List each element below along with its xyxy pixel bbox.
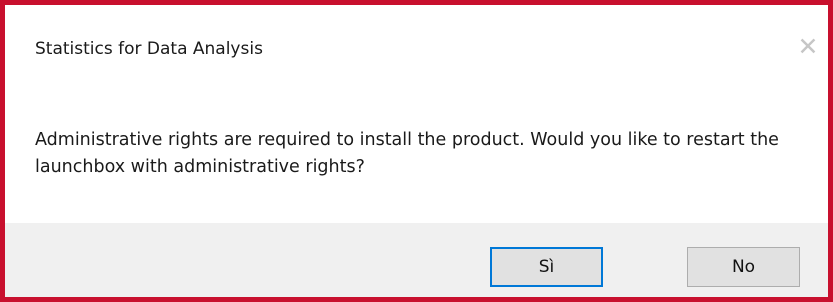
close-icon[interactable]: ✕ xyxy=(794,33,822,61)
title-bar[interactable]: Statistics for Data Analysis ✕ xyxy=(5,5,828,81)
dialog-message: Administrative rights are required to in… xyxy=(35,130,779,177)
yes-button[interactable]: Sì xyxy=(490,247,603,287)
button-bar: Sì No xyxy=(5,223,828,297)
dialog-title: Statistics for Data Analysis xyxy=(35,39,263,59)
message-dialog: Statistics for Data Analysis ✕ Administr… xyxy=(0,0,833,302)
no-button[interactable]: No xyxy=(687,247,800,287)
